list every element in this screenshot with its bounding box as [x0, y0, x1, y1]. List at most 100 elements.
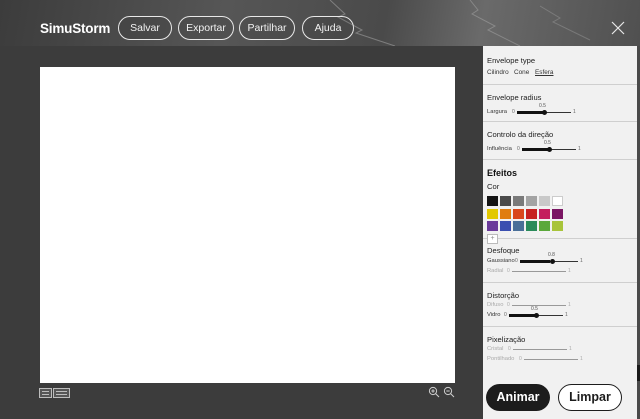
- slider-min: 0: [519, 356, 522, 362]
- slider-fill: [509, 314, 536, 317]
- influencia-slider[interactable]: Influência 0 0.5 1: [487, 140, 633, 154]
- slider-label: Largura: [487, 109, 507, 115]
- color-swatch[interactable]: [513, 196, 524, 206]
- slider-min: 0: [515, 258, 518, 264]
- color-swatch[interactable]: [526, 221, 537, 231]
- color-swatch[interactable]: [487, 196, 498, 206]
- color-swatch[interactable]: [500, 196, 511, 206]
- slider-track: [513, 349, 567, 351]
- properties-panel: Envelope type Cilindro Cone Esfera Envel…: [483, 46, 637, 419]
- help-button[interactable]: Ajuda: [302, 16, 354, 40]
- slider-label: Vidro: [487, 312, 501, 318]
- animate-button[interactable]: Animar: [486, 384, 550, 411]
- largura-slider[interactable]: Largura 0 0.5 1: [487, 103, 633, 117]
- color-swatch[interactable]: [552, 208, 563, 219]
- slider-min: 0: [507, 302, 510, 308]
- cristal-slider[interactable]: Cristal 0 1: [487, 344, 633, 354]
- color-swatch[interactable]: [552, 221, 563, 231]
- option-cilindro[interactable]: Cilindro: [487, 69, 509, 76]
- slider-min: 0: [508, 346, 511, 352]
- slider-label: Cristal: [487, 346, 504, 352]
- slider-label: Gaussiano: [487, 258, 515, 264]
- color-swatch[interactable]: [552, 196, 563, 206]
- gaussiano-slider[interactable]: Gaussiano 0 0.8 1: [487, 252, 633, 266]
- drawing-canvas[interactable]: [40, 67, 455, 383]
- slider-thumb[interactable]: [542, 110, 547, 115]
- slider-value: 0.5: [539, 103, 546, 109]
- option-cone[interactable]: Cone: [514, 69, 529, 76]
- top-bar: SimuStorm Salvar Exportar Partilhar Ajud…: [0, 0, 640, 46]
- color-swatch[interactable]: [539, 221, 550, 231]
- color-swatch[interactable]: [539, 208, 550, 219]
- slider-max: 1: [578, 146, 581, 152]
- slider-track: [512, 271, 566, 273]
- envelope-type-section: Envelope type Cilindro Cone Esfera: [483, 46, 637, 85]
- blur-section: Desfoque Gaussiano 0 0.8 1 Radial 0 1: [483, 239, 637, 283]
- zoom-out-icon[interactable]: [443, 386, 455, 398]
- pixelation-section: Pixelização Cristal 0 1 Pontilhado 0 1: [483, 327, 637, 371]
- slider-max: 1: [573, 109, 576, 115]
- color-swatch[interactable]: [487, 221, 498, 231]
- color-swatch[interactable]: [487, 208, 498, 219]
- slider-track: [512, 305, 566, 307]
- slider-fill: [520, 260, 550, 263]
- distortion-title: Distorção: [487, 291, 520, 300]
- color-swatch[interactable]: [513, 221, 524, 231]
- canvas-area: [0, 46, 483, 419]
- slider-max: 1: [580, 258, 583, 264]
- slider-fill: [517, 111, 544, 114]
- difuso-slider[interactable]: Difuso 0 1: [487, 300, 633, 310]
- slider-max: 1: [580, 356, 583, 362]
- app-window: SimuStorm Salvar Exportar Partilhar Ajud…: [0, 0, 640, 419]
- slider-value: 0.5: [531, 306, 538, 312]
- slider-max: 1: [565, 312, 568, 318]
- color-swatch[interactable]: [526, 196, 537, 206]
- export-button[interactable]: Exportar: [178, 16, 234, 40]
- save-button[interactable]: Salvar: [118, 16, 172, 40]
- slider-label: Radial: [487, 268, 504, 274]
- slider-thumb[interactable]: [550, 259, 555, 264]
- slider-max: 1: [568, 268, 571, 274]
- envelope-radius-section: Envelope radius Largura 0 0.5 1: [483, 85, 637, 122]
- color-swatch[interactable]: [500, 208, 511, 219]
- slider-thumb[interactable]: [534, 313, 539, 318]
- share-button[interactable]: Partilhar: [239, 16, 295, 40]
- slider-min: 0: [517, 146, 520, 152]
- distortion-section: Distorção Difuso 0 1 Vidro 0 0.5 1: [483, 283, 637, 327]
- option-esfera[interactable]: Esfera: [535, 69, 553, 76]
- slider-fill: [522, 148, 549, 151]
- zoom-in-icon[interactable]: [428, 386, 440, 398]
- vidro-slider[interactable]: Vidro 0 0.5 1: [487, 306, 633, 320]
- direction-control-title: Controlo da direção: [487, 130, 554, 139]
- close-icon[interactable]: [611, 21, 625, 35]
- slider-value: 0.8: [548, 252, 555, 258]
- color-swatch[interactable]: [539, 196, 550, 206]
- color-swatch[interactable]: [513, 208, 524, 219]
- list-view-icon[interactable]: [39, 388, 52, 398]
- view-toggle: [39, 388, 70, 398]
- slider-thumb[interactable]: [547, 147, 552, 152]
- slider-max: 1: [569, 346, 572, 352]
- slider-min: 0: [512, 109, 515, 115]
- slider-label: Pontilhado: [487, 356, 515, 362]
- color-swatch[interactable]: [500, 221, 511, 231]
- radial-slider[interactable]: Radial 0 1: [487, 266, 633, 276]
- clear-button[interactable]: Limpar: [558, 384, 622, 411]
- app-logo: SimuStorm: [40, 21, 111, 36]
- slider-label: Difuso: [487, 302, 504, 308]
- slider-min: 0: [507, 268, 510, 274]
- slider-label: Influência: [487, 146, 512, 152]
- envelope-type-title: Envelope type: [487, 56, 536, 65]
- effects-title: Efeitos: [487, 168, 518, 178]
- blur-title: Desfoque: [487, 246, 520, 255]
- pixelation-title: Pixelização: [487, 335, 526, 344]
- slider-value: 0.5: [544, 140, 551, 146]
- envelope-radius-title: Envelope radius: [487, 93, 542, 102]
- slider-track: [524, 359, 578, 361]
- grid-view-icon[interactable]: [53, 388, 70, 398]
- color-swatch[interactable]: [526, 208, 537, 219]
- color-label: Cor: [487, 182, 500, 191]
- slider-max: 1: [568, 302, 571, 308]
- slider-min: 0: [504, 312, 507, 318]
- pontilhado-slider[interactable]: Pontilhado 0 1: [487, 354, 633, 364]
